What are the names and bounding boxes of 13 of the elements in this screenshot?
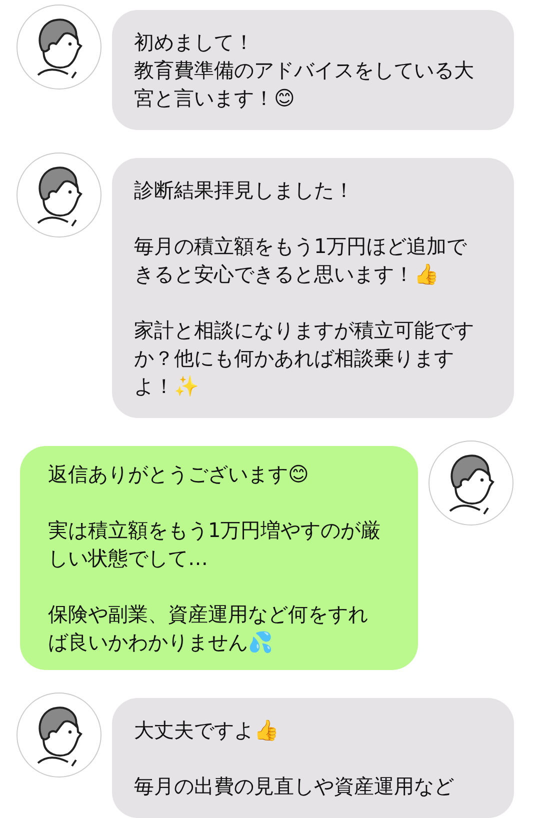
message-text: 返信ありがとうございます😊 (48, 461, 310, 488)
message-text: 毎月の積立額をもう1万円ほど追加で きると安心できると思います！👍 (134, 233, 468, 288)
message-text: 実は積立額をもう1万円増やすのが厳 しい状態でして… (48, 517, 382, 572)
message-text: 大丈夫ですよ👍 (134, 717, 280, 744)
person-avatar-icon (16, 692, 102, 778)
message-text: 家計と相談になりますが積立可能です か？他にも何かあれば相談乗ります よ！✨ (134, 317, 475, 400)
message-text: 毎月の出費の見直しや資産運用など (134, 773, 455, 800)
person-avatar-icon (16, 152, 102, 238)
message-text: 初めまして！ 教育費準備のアドバイスをしている大 宮と言います！😊 (134, 29, 475, 112)
message-text: 診断結果拝見しました！ (134, 177, 355, 204)
message-text: 保険や副業、資産運用など何をすれ ば良いかわかりません💦 (48, 601, 369, 656)
person-avatar-icon (16, 4, 102, 90)
person-avatar-icon (428, 440, 514, 526)
